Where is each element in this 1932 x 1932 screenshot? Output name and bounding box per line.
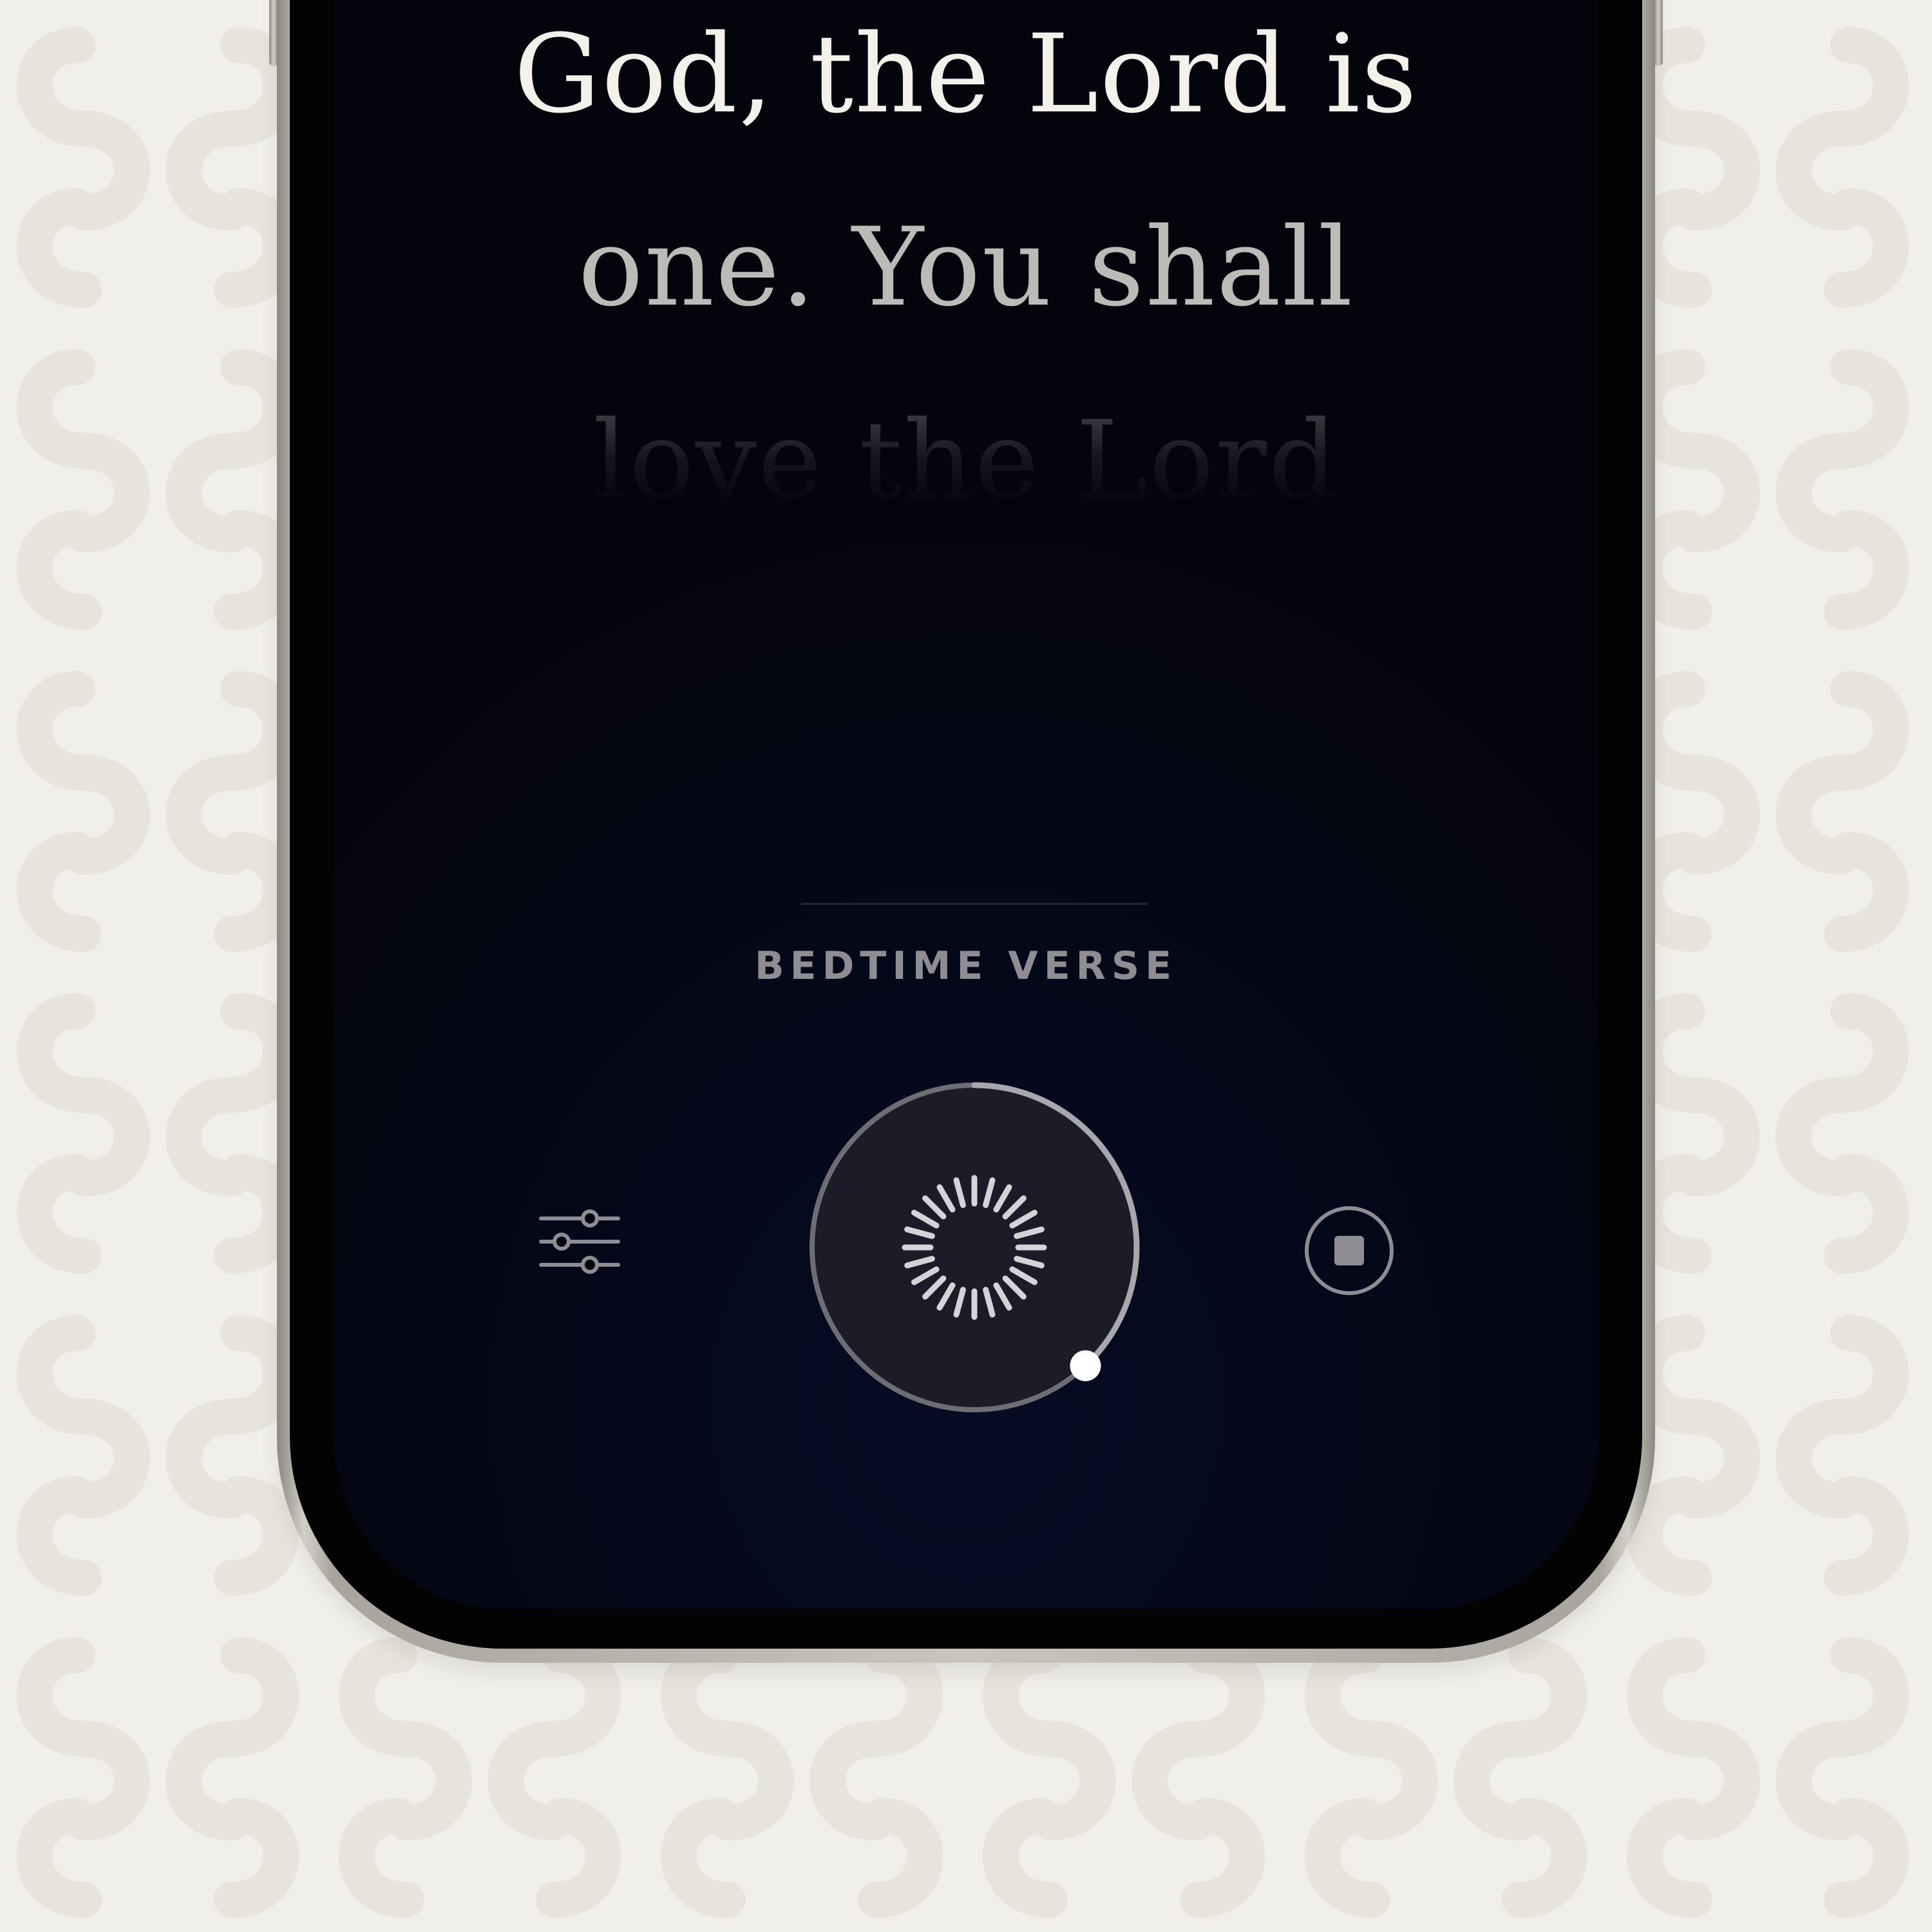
stop-icon <box>1305 1206 1394 1295</box>
verse-line-1: God, the Lord is <box>513 11 1419 137</box>
stop-button[interactable] <box>1301 1202 1397 1299</box>
section-label: BEDTIME VERSE <box>754 943 1178 989</box>
section-divider <box>801 903 1148 905</box>
progress-dial <box>810 1082 1140 1412</box>
verse-line-3: love the Lord <box>334 396 1598 512</box>
settings-button[interactable] <box>535 1198 625 1288</box>
progress-knob[interactable] <box>1070 1350 1101 1381</box>
phone-screen: God, the Lord is one. You shall love the… <box>334 0 1598 1609</box>
verse-line-2: one. You shall <box>578 204 1354 330</box>
play-pause-button[interactable] <box>794 1067 1155 1428</box>
app-store-mockup: God, the Lord is one. You shall love the… <box>0 0 1932 1932</box>
sliders-icon <box>539 1209 620 1274</box>
phone-side-button-right <box>1654 0 1663 66</box>
